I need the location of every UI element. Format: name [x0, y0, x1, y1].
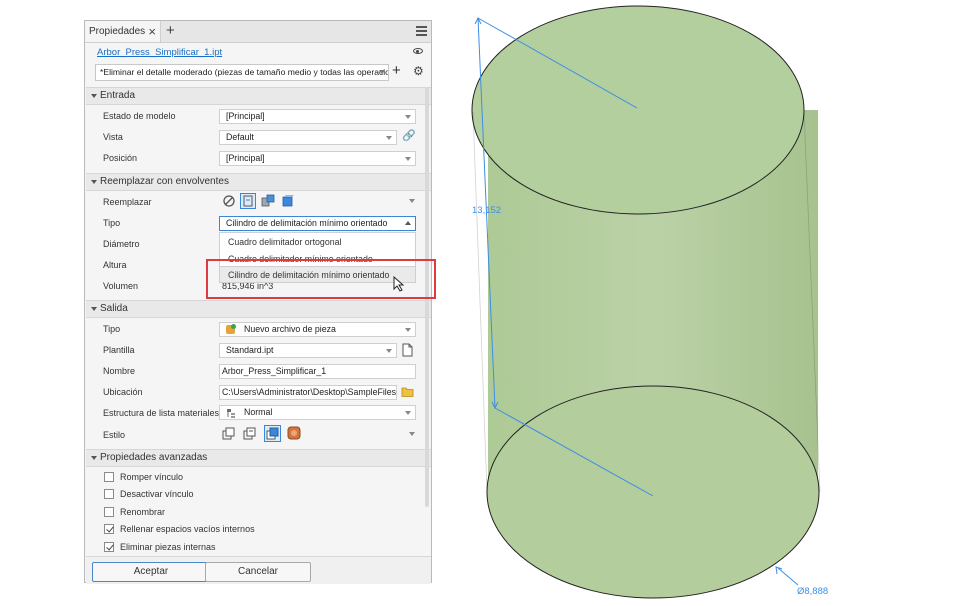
- volumen-label: Volumen: [103, 281, 139, 291]
- romper-vinculo-checkbox[interactable]: [104, 472, 114, 482]
- chevron-down-icon: [405, 115, 411, 119]
- style-surface-icon[interactable]: [287, 426, 301, 440]
- preset-select[interactable]: *Eliminar el detalle moderado (piezas de…: [95, 64, 389, 81]
- desactivar-vinculo-checkbox[interactable]: [104, 489, 114, 499]
- section-reemplazar[interactable]: Reemplazar con envolventes: [86, 173, 431, 191]
- plantilla-value: Standard.ipt: [226, 345, 274, 355]
- cancel-button[interactable]: Cancelar: [205, 562, 311, 582]
- bom-label: Estructura de lista materiales: [103, 408, 220, 418]
- add-preset-icon[interactable]: +: [392, 62, 401, 79]
- replace-options: [221, 193, 417, 209]
- dropdown-option[interactable]: Cuadro delimitador ortogonal: [228, 237, 341, 247]
- section-reemplazar-title: Reemplazar con envolventes: [100, 176, 229, 187]
- nombre-label: Nombre: [103, 366, 136, 376]
- chevron-down-icon: [386, 349, 392, 353]
- chevron-up-icon: [405, 221, 411, 225]
- ubicacion-value: C:\Users\Administrator\Desktop\SampleFil…: [222, 387, 397, 397]
- tab-bar: Propiedades × +: [85, 21, 431, 43]
- file-link[interactable]: Arbor_Press_Simplificar_1.ipt: [97, 47, 222, 58]
- renombrar-label: Renombrar: [120, 507, 166, 517]
- desactivar-vinculo-label: Desactivar vínculo: [120, 489, 194, 499]
- salida-tipo-value: Nuevo archivo de pieza: [244, 324, 336, 334]
- tipo-label: Tipo: [103, 218, 121, 228]
- solid-body-icon[interactable]: [281, 194, 295, 208]
- vista-value: Default: [226, 132, 254, 142]
- rellenar-checkbox[interactable]: [104, 524, 114, 534]
- folder-icon[interactable]: [401, 386, 414, 397]
- highlight-box: [206, 259, 436, 299]
- bounding-box-replace-icon[interactable]: [240, 193, 256, 209]
- renombrar-checkbox[interactable]: [104, 507, 114, 517]
- bom-value: Normal: [244, 407, 273, 417]
- salida-tipo-select[interactable]: Nuevo archivo de pieza: [219, 322, 416, 337]
- diameter-dimension-label: Ø8,888: [797, 586, 829, 597]
- accept-button[interactable]: Aceptar: [92, 562, 210, 582]
- model-viewport[interactable]: [440, 0, 966, 606]
- bom-select[interactable]: Normal: [219, 405, 416, 420]
- section-salida-title: Salida: [100, 303, 128, 314]
- estilo-label: Estilo: [103, 430, 126, 440]
- section-entrada-title: Entrada: [100, 90, 136, 101]
- chevron-down-icon[interactable]: [409, 432, 415, 436]
- plantilla-select[interactable]: Standard.ipt: [219, 343, 397, 358]
- parts-icon[interactable]: [261, 194, 275, 208]
- button-row: Aceptar Cancelar: [86, 556, 431, 584]
- section-entrada[interactable]: Entrada: [86, 87, 431, 105]
- new-part-badge-icon: [231, 324, 236, 329]
- tab-properties-label: Propiedades: [89, 26, 146, 37]
- chevron-down-icon: [379, 70, 385, 74]
- plantilla-label: Plantilla: [103, 345, 135, 355]
- height-dimension-label: 13,152: [472, 205, 502, 216]
- style-single-solid-icon[interactable]: [222, 427, 236, 441]
- posicion-label: Posición: [103, 153, 138, 163]
- rellenar-label: Rellenar espacios vacíos internos: [120, 524, 255, 534]
- close-icon[interactable]: ×: [148, 24, 156, 39]
- diametro-label: Diámetro: [103, 239, 140, 249]
- romper-vinculo-label: Romper vínculo: [120, 472, 184, 482]
- ubicacion-input[interactable]: C:\Users\Administrator\Desktop\SampleFil…: [219, 385, 397, 400]
- posicion-value: [Principal]: [226, 153, 265, 163]
- add-tab-icon[interactable]: +: [166, 22, 175, 39]
- chevron-down-icon: [386, 136, 392, 140]
- link-icon[interactable]: 🔗: [402, 129, 416, 142]
- section-salida[interactable]: Salida: [86, 300, 431, 318]
- nombre-input[interactable]: Arbor_Press_Simplificar_1: [219, 364, 416, 379]
- chevron-down-icon: [405, 411, 411, 415]
- eliminar-piezas-checkbox[interactable]: [104, 542, 114, 552]
- gear-icon[interactable]: ⚙: [413, 64, 424, 78]
- none-icon[interactable]: [223, 195, 235, 207]
- chevron-down-icon: [405, 328, 411, 332]
- estado-modelo-value: [Principal]: [226, 111, 265, 121]
- preset-value: *Eliminar el detalle moderado (piezas de…: [100, 67, 389, 77]
- properties-panel: Propiedades × + Arbor_Press_Simplificar_…: [84, 20, 432, 584]
- tipo-select[interactable]: Cilindro de delimitación mínimo orientad…: [219, 216, 416, 231]
- altura-label: Altura: [103, 260, 127, 270]
- diameter-dimension: [775, 566, 799, 586]
- style-multi-solid-icon[interactable]: [243, 427, 257, 441]
- section-avanzadas[interactable]: Propiedades avanzadas: [86, 449, 431, 467]
- estado-modelo-select[interactable]: [Principal]: [219, 109, 416, 124]
- tipo-value: Cilindro de delimitación mínimo orientad…: [226, 218, 388, 228]
- visibility-eye-icon[interactable]: [413, 48, 423, 54]
- chevron-down-icon: [405, 157, 411, 161]
- posicion-select[interactable]: [Principal]: [219, 151, 416, 166]
- style-composite-icon[interactable]: [264, 425, 281, 442]
- hamburger-menu-icon[interactable]: [416, 26, 427, 38]
- vista-label: Vista: [103, 132, 123, 142]
- document-icon[interactable]: [402, 343, 413, 357]
- cylinder-body: [471, 5, 821, 599]
- eliminar-piezas-label: Eliminar piezas internas: [120, 542, 216, 552]
- tab-properties[interactable]: Propiedades ×: [85, 21, 161, 42]
- estado-modelo-label: Estado de modelo: [103, 111, 176, 121]
- vista-select[interactable]: Default: [219, 130, 397, 145]
- salida-tipo-label: Tipo: [103, 324, 121, 334]
- style-options: [221, 425, 417, 443]
- ubicacion-label: Ubicación: [103, 387, 143, 397]
- nombre-value: Arbor_Press_Simplificar_1: [222, 366, 327, 376]
- chevron-down-icon[interactable]: [409, 199, 415, 203]
- section-avanzadas-title: Propiedades avanzadas: [100, 452, 208, 463]
- bom-structure-icon: [227, 409, 235, 418]
- reemplazar-label: Reemplazar: [103, 197, 152, 207]
